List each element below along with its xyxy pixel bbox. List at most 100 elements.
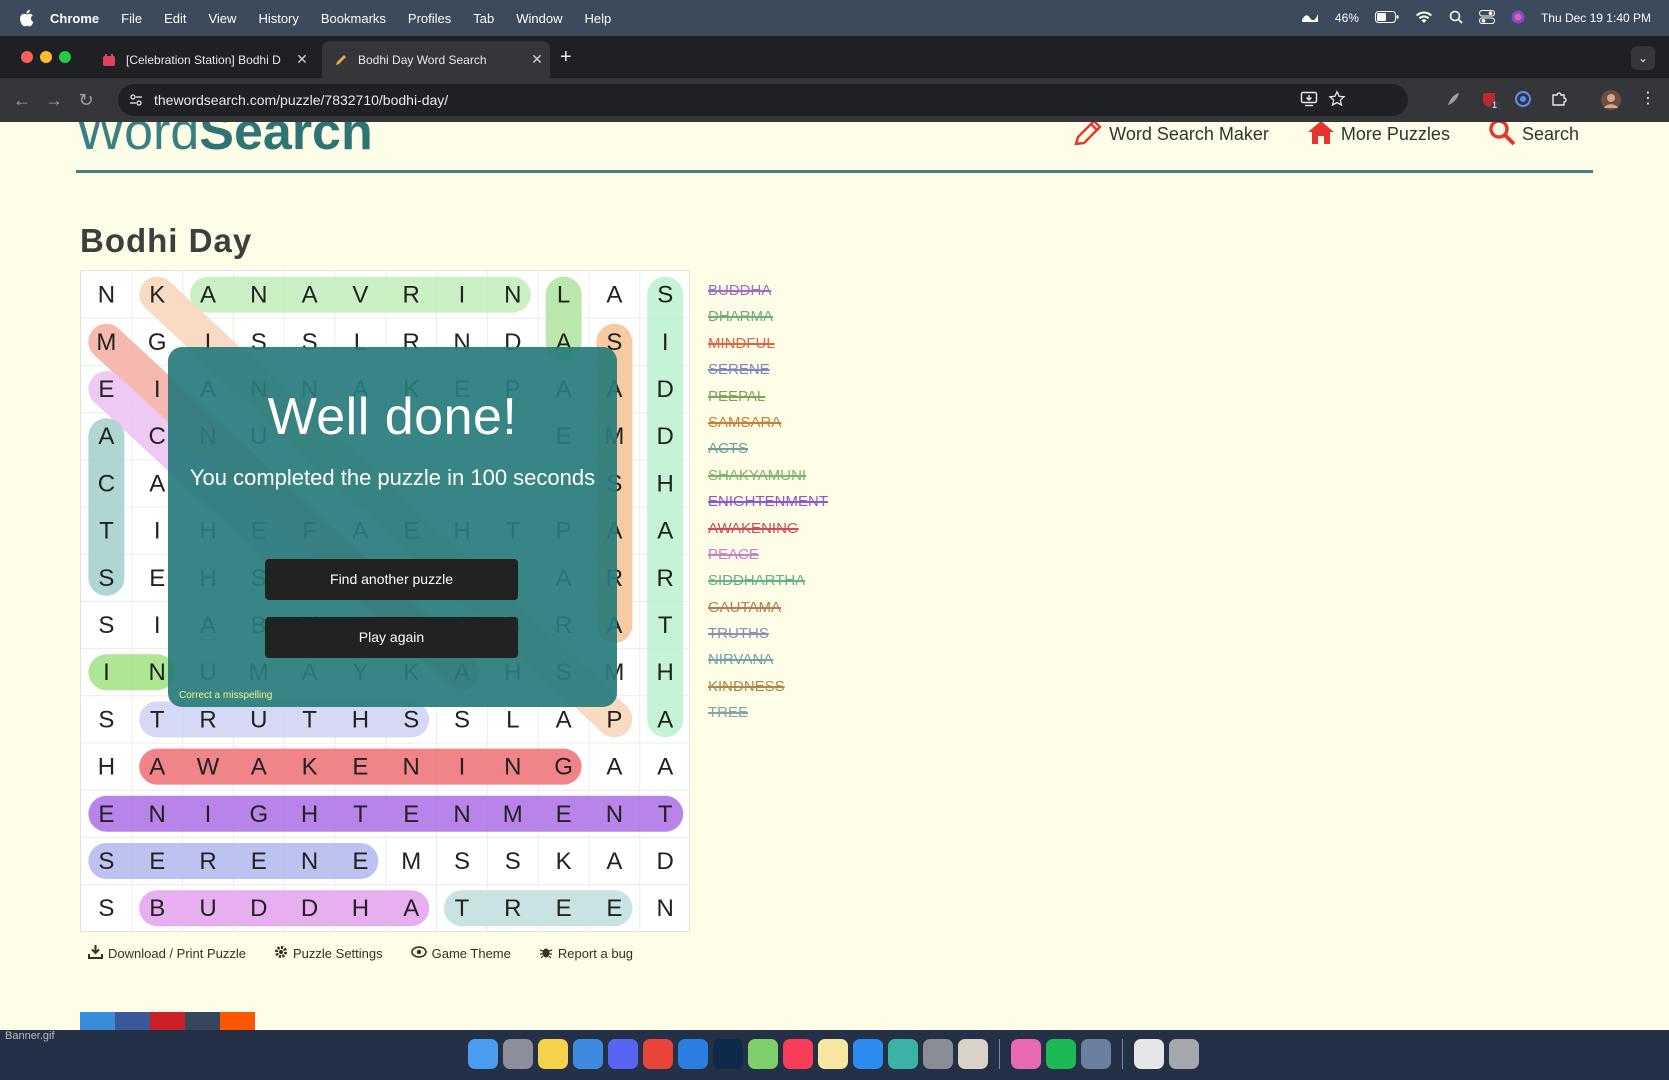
tumblr-icon[interactable] xyxy=(185,1012,220,1030)
grid-letter[interactable]: I xyxy=(154,612,161,639)
grid-letter[interactable]: E xyxy=(556,895,572,922)
spotify-icon[interactable] xyxy=(1046,1039,1076,1069)
zoom-window-button[interactable] xyxy=(59,51,71,63)
nav-more-puzzles[interactable]: More Puzzles xyxy=(1307,122,1450,151)
minimize-window-button[interactable] xyxy=(40,51,52,63)
menu-view[interactable]: View xyxy=(208,11,236,26)
grid-letter[interactable]: T xyxy=(455,895,470,922)
extensions-puzzle-icon[interactable] xyxy=(1550,90,1570,110)
grid-letter[interactable]: G xyxy=(148,329,167,356)
grid-letter[interactable]: N xyxy=(301,848,318,875)
menu-tab[interactable]: Tab xyxy=(473,11,494,26)
app-store-icon[interactable] xyxy=(853,1039,883,1069)
chrome-icon[interactable] xyxy=(643,1039,673,1069)
stickies-icon[interactable] xyxy=(818,1039,848,1069)
grid-letter[interactable]: S xyxy=(505,848,521,875)
grid-letter[interactable]: A xyxy=(556,706,572,733)
close-window-button[interactable] xyxy=(21,51,33,63)
grid-letter[interactable]: A xyxy=(200,282,216,309)
url-text[interactable]: thewordsearch.com/puzzle/7832710/bodhi-d… xyxy=(154,92,448,108)
grid-letter[interactable]: T xyxy=(302,706,317,733)
stretch-app-icon[interactable] xyxy=(1301,10,1319,27)
new-tab-button[interactable]: + xyxy=(560,46,572,69)
grid-letter[interactable]: I xyxy=(154,518,161,545)
circle-extension-icon[interactable] xyxy=(1514,90,1534,110)
grid-letter[interactable]: C xyxy=(98,470,115,497)
game-theme-link[interactable]: Game Theme xyxy=(410,944,511,962)
grid-letter[interactable]: I xyxy=(459,754,466,781)
grid-letter[interactable]: U xyxy=(250,706,267,733)
grid-letter[interactable]: N xyxy=(453,801,470,828)
grid-letter[interactable]: L xyxy=(557,282,570,309)
grid-letter[interactable]: S xyxy=(454,706,470,733)
grid-letter[interactable]: C xyxy=(149,423,166,450)
grid-letter[interactable]: D xyxy=(657,376,674,403)
grid-letter[interactable]: S xyxy=(454,848,470,875)
twitter-icon[interactable] xyxy=(80,1012,115,1030)
clock[interactable]: Thu Dec 19 1:40 PM xyxy=(1541,11,1651,25)
facebook-icon[interactable] xyxy=(115,1012,150,1030)
grid-letter[interactable]: T xyxy=(150,706,165,733)
grid-letter[interactable]: A xyxy=(403,895,419,922)
reload-icon[interactable]: ↻ xyxy=(70,90,102,111)
menu-history[interactable]: History xyxy=(258,11,298,26)
system-settings-icon[interactable] xyxy=(923,1039,953,1069)
grid-letter[interactable]: S xyxy=(98,612,114,639)
grid-letter[interactable]: H xyxy=(657,659,674,686)
grid-letter[interactable]: K xyxy=(556,848,572,875)
play-again-button[interactable]: Play again xyxy=(265,617,518,658)
grid-letter[interactable]: H xyxy=(657,470,674,497)
grid-letter[interactable]: B xyxy=(149,895,165,922)
photos-app-icon[interactable] xyxy=(1011,1039,1041,1069)
grid-letter[interactable]: E xyxy=(149,565,165,592)
grid-letter[interactable]: G xyxy=(554,754,573,781)
grid-letter[interactable]: H xyxy=(352,895,369,922)
nav-search[interactable]: Search xyxy=(1488,122,1579,151)
grid-letter[interactable]: N xyxy=(98,282,115,309)
grid-letter[interactable]: T xyxy=(658,801,673,828)
grid-letter[interactable]: S xyxy=(403,706,419,733)
profile-avatar[interactable] xyxy=(1601,90,1621,110)
grid-letter[interactable]: S xyxy=(98,895,114,922)
tab-celebration-station[interactable]: [Celebration Station] Bodhi D ✕ xyxy=(90,41,315,78)
grid-letter[interactable]: A xyxy=(657,754,673,781)
reddit-icon[interactable] xyxy=(220,1012,255,1030)
grid-letter[interactable]: R xyxy=(504,895,521,922)
grid-letter[interactable]: W xyxy=(197,754,220,781)
menu-bookmarks[interactable]: Bookmarks xyxy=(321,11,386,26)
grid-letter[interactable]: I xyxy=(459,282,466,309)
grid-letter[interactable]: N xyxy=(504,282,521,309)
download-print-link[interactable]: Download / Print Puzzle xyxy=(88,944,246,962)
grid-letter[interactable]: A xyxy=(149,754,165,781)
launchpad-icon[interactable] xyxy=(503,1039,533,1069)
control-center-icon[interactable] xyxy=(1478,9,1495,27)
grid-letter[interactable]: N xyxy=(657,895,674,922)
grid-letter[interactable]: R xyxy=(199,848,216,875)
grid-letter[interactable]: L xyxy=(506,706,519,733)
grid-letter[interactable]: K xyxy=(149,282,165,309)
photoshop-icon[interactable] xyxy=(713,1039,743,1069)
grid-letter[interactable]: H xyxy=(352,706,369,733)
address-bar[interactable]: thewordsearch.com/puzzle/7832710/bodhi-d… xyxy=(118,84,1408,116)
grid-letter[interactable]: N xyxy=(250,282,267,309)
chrome-menu-kebab-icon[interactable]: ⋮ xyxy=(1640,88,1660,108)
grid-letter[interactable]: T xyxy=(99,518,114,545)
music-icon[interactable] xyxy=(783,1039,813,1069)
grid-letter[interactable]: N xyxy=(606,801,623,828)
grid-letter[interactable]: M xyxy=(503,801,523,828)
grid-letter[interactable]: I xyxy=(154,376,161,403)
grid-letter[interactable]: M xyxy=(401,848,421,875)
notes-icon[interactable] xyxy=(538,1039,568,1069)
preview-app-icon[interactable] xyxy=(1081,1039,1111,1069)
grid-letter[interactable]: A xyxy=(606,754,622,781)
grid-letter[interactable]: N xyxy=(504,754,521,781)
grid-letter[interactable]: A xyxy=(657,518,673,545)
grid-letter[interactable]: E xyxy=(352,848,368,875)
discord-icon[interactable] xyxy=(608,1039,638,1069)
apple-icon[interactable] xyxy=(18,9,36,27)
grid-letter[interactable]: A xyxy=(98,423,114,450)
grid-letter[interactable]: T xyxy=(658,612,673,639)
downloads-stack-icon[interactable] xyxy=(1134,1039,1164,1069)
grid-letter[interactable]: R xyxy=(403,282,420,309)
forward-arrow-icon[interactable]: → xyxy=(38,90,70,111)
